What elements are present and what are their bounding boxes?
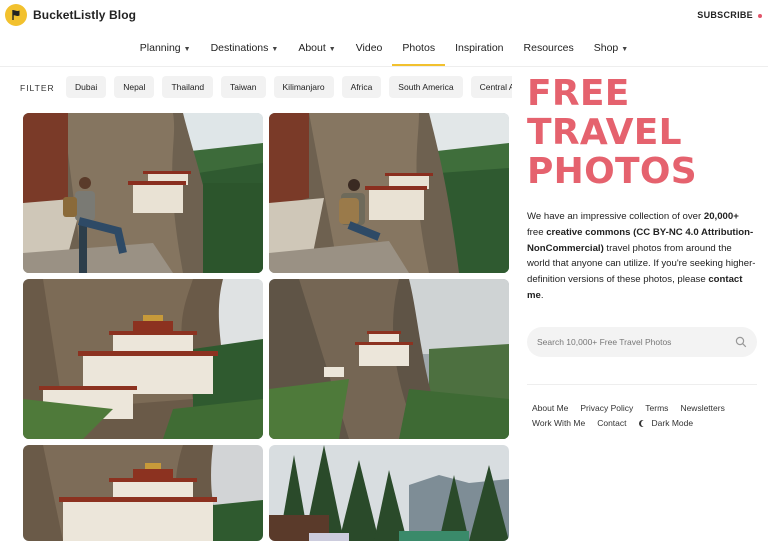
nav-label: Photos	[402, 42, 436, 54]
footer-link-terms[interactable]: Terms	[645, 403, 668, 413]
nav-label: Shop	[593, 42, 619, 54]
filter-chip-central-america[interactable]: Central America	[470, 76, 512, 98]
nav-item-about[interactable]: About ▼	[288, 36, 345, 66]
nav-label: Video	[355, 42, 383, 54]
desc-text: free	[527, 226, 547, 238]
nav-item-destinations[interactable]: Destinations ▼	[201, 36, 289, 66]
main-nav: Planning ▼ Destinations ▼ About ▼ Video Pho…	[0, 36, 768, 66]
subscribe-label: SUBSCRIBE	[697, 10, 753, 20]
footer-link-about-me[interactable]: About Me	[532, 403, 568, 413]
nav-label: Destinations	[210, 42, 269, 54]
filter-chip-kilimanjaro[interactable]: Kilimanjaro	[273, 76, 334, 98]
nav-item-planning[interactable]: Planning ▼	[130, 36, 201, 66]
page-description: We have an impressive collection of over…	[527, 209, 757, 304]
moon-icon	[641, 420, 648, 427]
filter-label: FILTER	[20, 83, 55, 93]
page-hero-title: FREE TRAVEL PHOTOS	[527, 74, 757, 191]
nav-label: Resources	[523, 42, 574, 54]
footer-link-privacy-policy[interactable]: Privacy Policy	[580, 403, 633, 413]
dark-mode-toggle[interactable]: Dark Mode	[639, 418, 706, 428]
sidebar-divider	[527, 384, 757, 385]
nav-item-video[interactable]: Video	[346, 36, 393, 66]
nav-label: Inspiration	[455, 42, 504, 54]
footer-link-newsletters[interactable]: Newsletters	[680, 403, 724, 413]
dark-mode-label: Dark Mode	[651, 418, 694, 428]
search-icon[interactable]	[735, 336, 747, 348]
photo-forest-parking-lot[interactable]	[269, 445, 509, 541]
flag-icon[interactable]	[5, 4, 27, 26]
header-divider	[0, 66, 768, 67]
search-input[interactable]	[537, 334, 727, 350]
hero-line: TRAVEL	[527, 112, 682, 153]
photo-tigers-nest-man-back[interactable]	[269, 113, 509, 273]
filter-chip-south-america[interactable]: South America	[389, 76, 463, 98]
footer-link-contact[interactable]: Contact	[597, 418, 626, 428]
hero-line: FREE	[527, 73, 630, 114]
brand-name[interactable]: BucketListly Blog	[33, 8, 136, 22]
desc-text: We have an impressive collection of over	[527, 211, 704, 222]
top-bar: BucketListly Blog SUBSCRIBE	[0, 0, 768, 30]
caret-down-icon: ▼	[621, 46, 629, 53]
nav-item-photos[interactable]: Photos	[392, 36, 446, 66]
photo-tigers-nest-monastery-detail[interactable]	[23, 445, 263, 541]
filter-chip-thailand[interactable]: Thailand	[162, 76, 214, 98]
photo-count: 20,000+	[703, 211, 739, 222]
filter-chips: Dubai Nepal Thailand Taiwan Kilimanjaro Afric…	[66, 76, 512, 100]
nav-item-shop[interactable]: Shop ▼	[584, 36, 638, 66]
caret-down-icon: ▼	[328, 46, 336, 53]
subscribe-link[interactable]: SUBSCRIBE	[697, 10, 762, 20]
filter-chip-africa[interactable]: Africa	[341, 76, 382, 98]
photo-search	[527, 327, 757, 357]
photo-tigers-nest-monastery-close[interactable]	[23, 279, 263, 439]
caret-down-icon: ▼	[271, 46, 279, 53]
footer-links: About Me Privacy Policy Terms Newsletters W…	[532, 401, 762, 431]
subscribe-dot	[758, 13, 762, 18]
photo-tigers-nest-man-facing[interactable]	[23, 113, 263, 273]
nav-label: About	[298, 42, 326, 54]
nav-label: Planning	[139, 42, 181, 54]
nav-item-inspiration[interactable]: Inspiration	[445, 36, 513, 66]
nav-item-resources[interactable]: Resources	[514, 36, 584, 66]
filter-chip-nepal[interactable]: Nepal	[114, 76, 155, 98]
caret-down-icon: ▼	[183, 46, 191, 53]
photo-tigers-nest-monastery-far[interactable]	[269, 279, 509, 439]
filter-chip-dubai[interactable]: Dubai	[66, 76, 107, 98]
hero-line: PHOTOS	[527, 151, 698, 192]
filter-chip-taiwan[interactable]: Taiwan	[221, 76, 266, 98]
desc-text: .	[540, 289, 544, 301]
footer-link-work-with-me[interactable]: Work With Me	[532, 418, 585, 428]
